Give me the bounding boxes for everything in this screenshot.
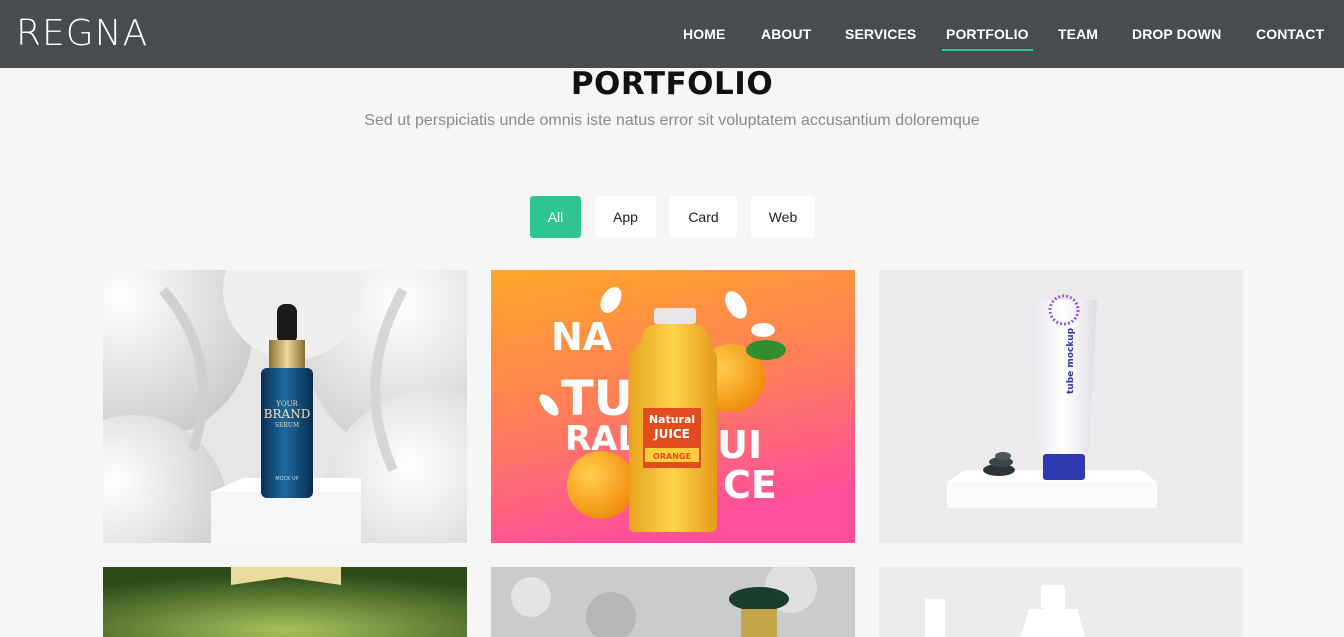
site-header: REGNA HOME ABOUT SERVICES PORTFOLIO TEAM… xyxy=(0,0,1344,68)
filter-all[interactable]: All xyxy=(530,196,581,238)
tube-label: tube mockup xyxy=(1066,327,1076,394)
nav-about[interactable]: ABOUT xyxy=(761,26,811,42)
nav-services[interactable]: SERVICES xyxy=(845,26,916,42)
serum-brand: BRAND xyxy=(264,407,311,421)
nav-portfolio[interactable]: PORTFOLIO xyxy=(942,26,1033,51)
serum-brand-sub: SERUM xyxy=(275,422,299,429)
filter-app[interactable]: App xyxy=(595,196,656,238)
juice-label-main: JUICE xyxy=(653,427,690,441)
section-subtitle: Sed ut perspiciatis unde omnis iste natu… xyxy=(364,112,980,129)
tube-image: tube mockup xyxy=(879,270,1243,543)
portfolio-item-snow[interactable] xyxy=(491,567,855,637)
serum-mockup-label: MOCK UP xyxy=(275,476,298,482)
nav-contact[interactable]: CONTACT xyxy=(1256,26,1324,42)
nav-team[interactable]: TEAM xyxy=(1058,26,1098,42)
juice-word-ce: CE xyxy=(723,463,777,507)
snow-image xyxy=(491,567,855,637)
section-title: PORTFOLIO xyxy=(570,66,774,102)
green-image xyxy=(103,567,467,637)
nav-drop-down[interactable]: DROP DOWN xyxy=(1132,26,1221,42)
filter-card[interactable]: Card xyxy=(670,196,737,238)
portfolio-item-bottles[interactable] xyxy=(879,567,1243,637)
filter-web[interactable]: Web xyxy=(751,196,815,238)
juice-label-flavor: ORANGE xyxy=(653,452,691,461)
portfolio-item-serum[interactable]: YOUR BRAND SERUM MOCK UP xyxy=(103,270,467,543)
portfolio-item-juice[interactable]: NA TU RAL JUI CE Natural JUICE ORANGE xyxy=(491,270,855,543)
juice-label-top: Natural xyxy=(649,413,695,426)
nav-home[interactable]: HOME xyxy=(683,26,725,42)
juice-word-na: NA xyxy=(551,315,613,359)
bottles-image xyxy=(879,567,1243,637)
serum-image: YOUR BRAND SERUM MOCK UP xyxy=(103,270,467,543)
site-logo[interactable]: REGNA xyxy=(16,12,148,56)
juice-image: NA TU RAL JUI CE Natural JUICE ORANGE xyxy=(491,270,855,543)
portfolio-item-tube[interactable]: tube mockup xyxy=(879,270,1243,543)
portfolio-item-green[interactable] xyxy=(103,567,467,637)
